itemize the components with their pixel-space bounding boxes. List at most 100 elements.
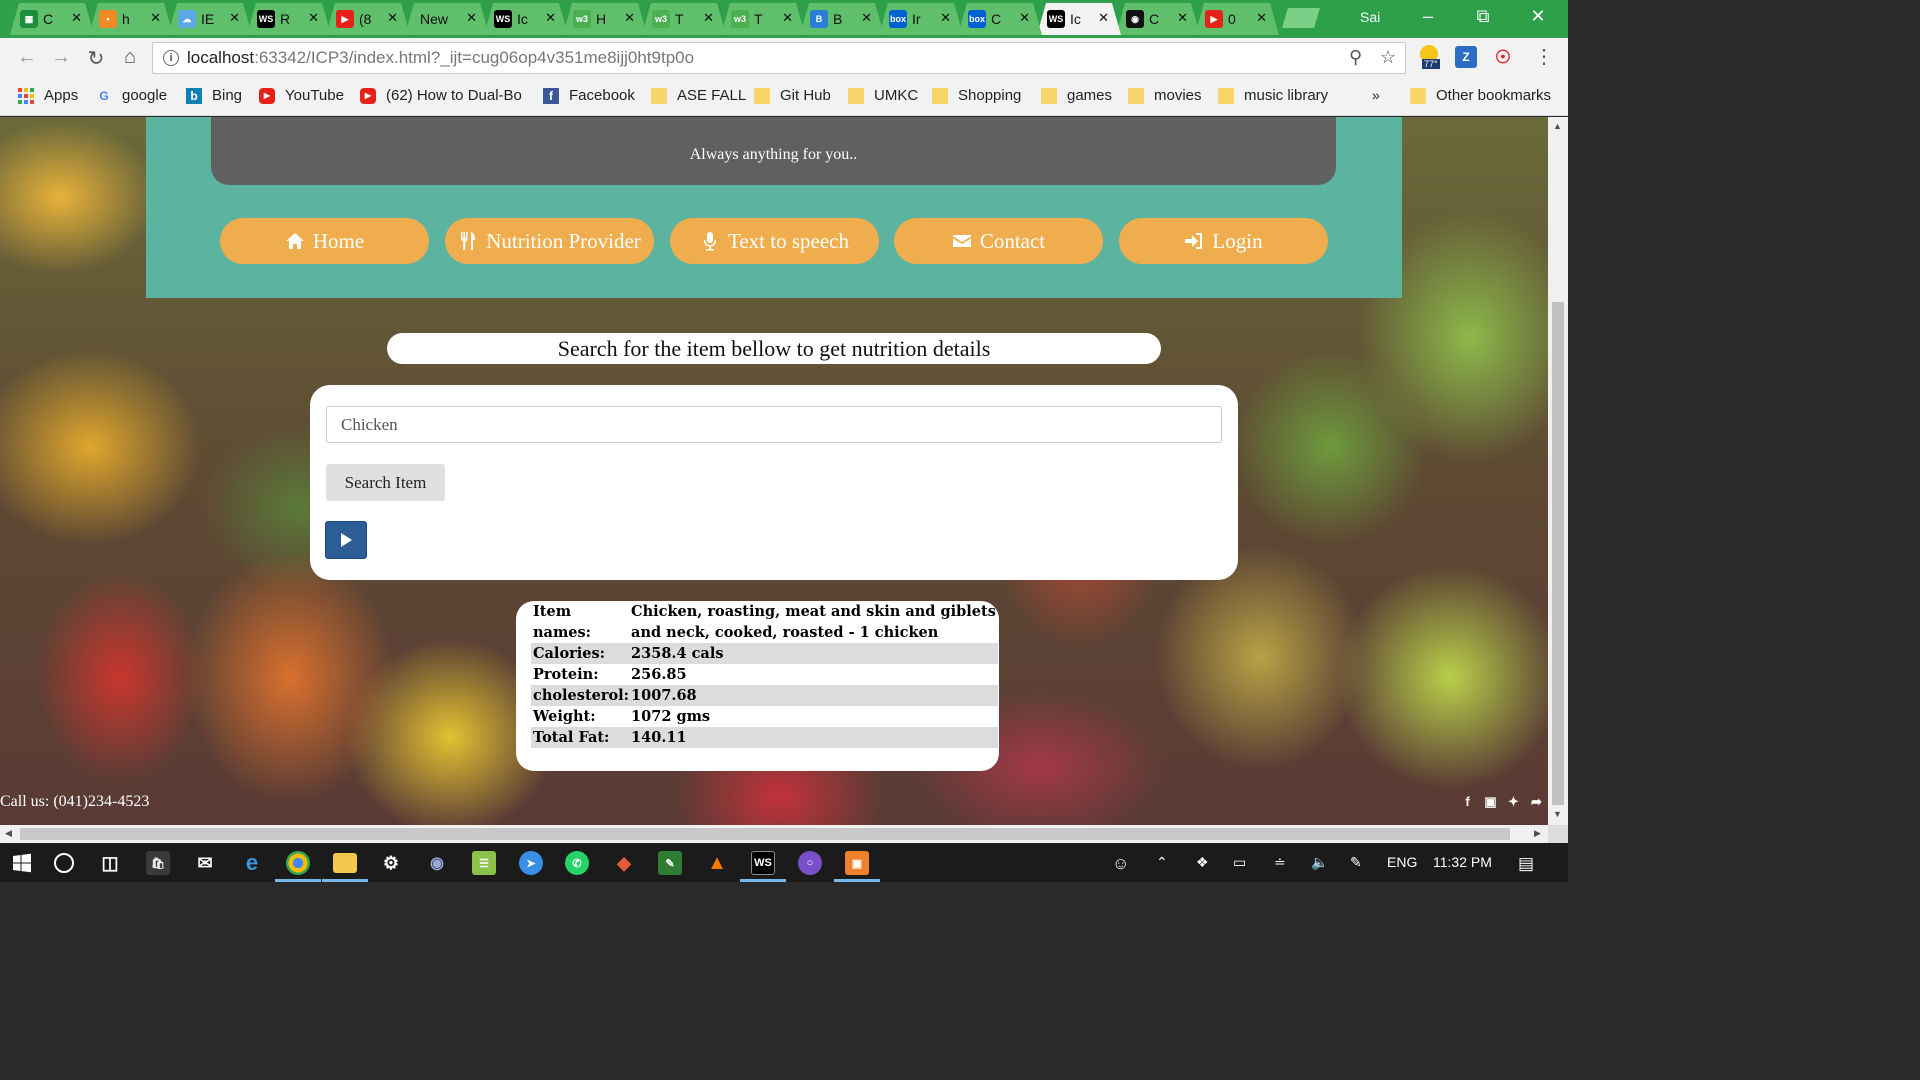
- browser-tab[interactable]: ▶ 0 ✕: [1195, 3, 1279, 35]
- nav-home-button[interactable]: Home: [220, 218, 429, 264]
- zoom-icon[interactable]: ⚲: [1349, 47, 1362, 68]
- browser-tab[interactable]: WS Ic ✕: [484, 3, 568, 35]
- close-tab-icon[interactable]: ✕: [861, 10, 872, 26]
- search-input[interactable]: [326, 406, 1222, 443]
- browser-tab[interactable]: w3 T ✕: [721, 3, 805, 35]
- vertical-scrollbar[interactable]: ▲ ▼: [1548, 117, 1568, 825]
- bookmark-item[interactable]: ASE FALL: [651, 87, 746, 104]
- bookmark-item[interactable]: Git Hub: [754, 87, 831, 104]
- back-icon[interactable]: ←: [14, 46, 40, 69]
- scroll-up-icon[interactable]: ▲: [1553, 121, 1562, 131]
- close-tab-icon[interactable]: ✕: [545, 10, 556, 26]
- browser-tab[interactable]: box Ir ✕: [879, 3, 963, 35]
- weather-extension-icon[interactable]: 77°: [1420, 45, 1446, 71]
- zotero-extension-icon[interactable]: Z: [1455, 46, 1477, 68]
- close-tab-icon[interactable]: ✕: [1177, 10, 1188, 26]
- info-icon[interactable]: i: [163, 50, 179, 66]
- edge-icon[interactable]: e: [240, 850, 264, 875]
- mail-icon[interactable]: ✉: [193, 851, 217, 875]
- cortana-icon[interactable]: [54, 853, 74, 873]
- dropbox-icon[interactable]: ❖: [1196, 854, 1209, 871]
- star-icon[interactable]: ☆: [1380, 47, 1396, 68]
- language-indicator[interactable]: ENG: [1387, 854, 1417, 870]
- nav-nutrition-provider-button[interactable]: Nutrition Provider: [445, 218, 654, 264]
- close-tab-icon[interactable]: ✕: [703, 10, 714, 26]
- volume-icon[interactable]: 🔈: [1311, 854, 1328, 871]
- browser-tab[interactable]: ☁ IE ✕: [168, 3, 252, 35]
- git-app-icon[interactable]: ◆: [612, 851, 636, 875]
- browser-tab[interactable]: ▶ (8 ✕: [326, 3, 410, 35]
- pen-icon[interactable]: ✎: [1350, 854, 1362, 871]
- notepad-app-icon[interactable]: ✎: [658, 851, 682, 875]
- grammarly-extension-icon[interactable]: ☉: [1492, 46, 1514, 68]
- scroll-right-icon[interactable]: ▶: [1534, 828, 1541, 839]
- address-bar[interactable]: i localhost:63342/ICP3/index.html?_ijt=c…: [152, 42, 1406, 74]
- close-tab-icon[interactable]: ✕: [940, 10, 951, 26]
- bookmark-item[interactable]: games: [1041, 87, 1112, 104]
- layers-app-icon[interactable]: ☰: [472, 851, 496, 875]
- show-hidden-icons[interactable]: ⌃: [1156, 854, 1168, 871]
- nav-login-button[interactable]: Login: [1119, 218, 1328, 264]
- bookmark-item[interactable]: ▶ YouTube: [259, 87, 344, 104]
- people-icon[interactable]: ☺: [1112, 854, 1129, 874]
- scrollbar-thumb[interactable]: [1552, 302, 1564, 805]
- other-bookmarks-folder[interactable]: Other bookmarks: [1410, 87, 1551, 104]
- close-tab-icon[interactable]: ✕: [782, 10, 793, 26]
- profile-name[interactable]: Sai: [1360, 9, 1380, 25]
- bookmark-item[interactable]: UMKC: [848, 87, 918, 104]
- close-tab-icon[interactable]: ✕: [1256, 10, 1267, 26]
- play-button[interactable]: [325, 521, 367, 559]
- twitter-icon[interactable]: ✦: [1506, 794, 1521, 809]
- close-tab-icon[interactable]: ✕: [1098, 10, 1109, 26]
- bookmark-item[interactable]: movies: [1128, 87, 1202, 104]
- bookmark-item[interactable]: Shopping: [932, 87, 1021, 104]
- scroll-left-icon[interactable]: ◀: [5, 828, 12, 839]
- clock[interactable]: 11:32 PM: [1433, 854, 1492, 870]
- close-tab-icon[interactable]: ✕: [387, 10, 398, 26]
- close-tab-icon[interactable]: ✕: [71, 10, 82, 26]
- nav-text-to-speech-button[interactable]: Text to speech: [670, 218, 879, 264]
- whatsapp-icon[interactable]: ✆: [565, 851, 589, 875]
- bookmark-item[interactable]: Apps: [18, 87, 78, 104]
- scroll-down-icon[interactable]: ▼: [1553, 809, 1562, 819]
- browser-tab[interactable]: WS Ic ✕: [1037, 3, 1121, 35]
- photo-app-icon[interactable]: ▣: [845, 851, 869, 875]
- new-tab-button[interactable]: [1282, 8, 1320, 28]
- browser-tab[interactable]: WS R ✕: [247, 3, 331, 35]
- notifications-icon[interactable]: ▤: [1518, 854, 1534, 874]
- browser-tab[interactable]: ◉ C ✕: [1116, 3, 1200, 35]
- reload-icon[interactable]: ↻: [83, 46, 109, 71]
- browser-tab[interactable]: w3 T ✕: [642, 3, 726, 35]
- media-app-icon[interactable]: ○: [798, 851, 822, 875]
- battery-icon[interactable]: ▭: [1233, 854, 1246, 871]
- browser-tab[interactable]: New ✕: [405, 3, 489, 35]
- close-tab-icon[interactable]: ✕: [466, 10, 477, 26]
- menu-icon[interactable]: ⋮: [1534, 44, 1554, 69]
- close-tab-icon[interactable]: ✕: [308, 10, 319, 26]
- browser-tab[interactable]: box C ✕: [958, 3, 1042, 35]
- close-window-icon[interactable]: ✕: [1518, 6, 1558, 27]
- bookmark-item[interactable]: f Facebook: [543, 87, 635, 104]
- home-icon[interactable]: ⌂: [117, 46, 143, 69]
- bookmark-item[interactable]: music library: [1218, 87, 1328, 104]
- horizontal-scrollbar[interactable]: ◀ ▶: [0, 825, 1548, 843]
- search-item-button[interactable]: Search Item: [326, 464, 445, 501]
- share-icon[interactable]: ➦: [1529, 794, 1544, 809]
- bookmark-item[interactable]: b Bing: [186, 87, 242, 104]
- bookmarks-overflow-button[interactable]: »: [1372, 87, 1380, 103]
- browser-tab[interactable]: ▦ C ✕: [10, 3, 94, 35]
- browser-app-icon[interactable]: ➤: [519, 851, 543, 875]
- close-tab-icon[interactable]: ✕: [229, 10, 240, 26]
- settings-icon[interactable]: ⚙: [379, 851, 403, 875]
- file-explorer-icon[interactable]: [333, 853, 357, 873]
- store-icon[interactable]: 🛍: [146, 851, 170, 875]
- windows-start-icon[interactable]: [10, 851, 34, 875]
- close-tab-icon[interactable]: ✕: [624, 10, 635, 26]
- minimize-icon[interactable]: –: [1408, 6, 1448, 27]
- close-tab-icon[interactable]: ✕: [1019, 10, 1030, 26]
- webstorm-icon[interactable]: WS: [751, 851, 775, 875]
- chrome-icon[interactable]: [286, 851, 310, 875]
- nav-contact-button[interactable]: Contact: [894, 218, 1103, 264]
- facebook-icon[interactable]: f: [1460, 794, 1475, 809]
- bookmark-item[interactable]: Ggoogle: [96, 87, 167, 104]
